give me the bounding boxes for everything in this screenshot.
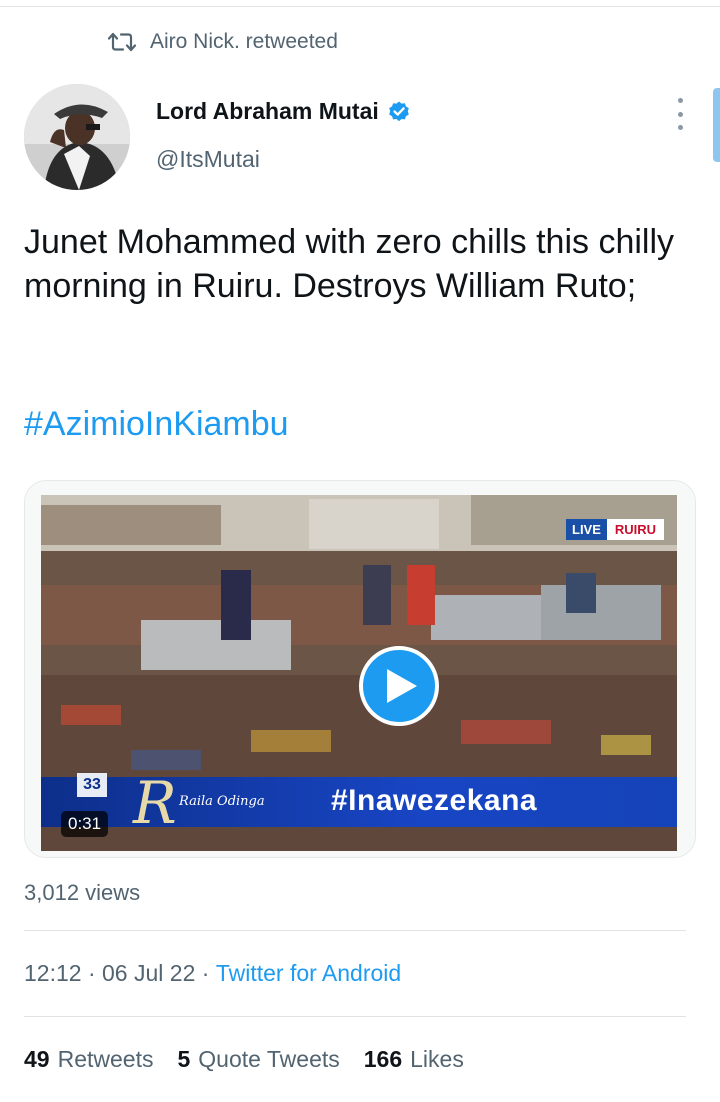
meta-separator: · xyxy=(81,960,103,986)
video-player[interactable]: LIVE RUIRU 33 R Raila Odinga #Inawezekan… xyxy=(41,495,677,851)
live-location: RUIRU xyxy=(606,519,665,540)
meta-separator: · xyxy=(195,960,216,986)
stat-value: 49 xyxy=(24,1046,50,1072)
live-label: LIVE xyxy=(566,519,607,540)
more-options-button[interactable] xyxy=(668,98,692,130)
play-icon xyxy=(387,669,417,703)
stat-label: Likes xyxy=(410,1046,464,1072)
divider xyxy=(24,1016,686,1017)
engagement-stats: 49 Retweets 5 Quote Tweets 166 Likes xyxy=(24,1046,488,1073)
author-handle[interactable]: @ItsMutai xyxy=(156,146,260,173)
stat-value: 166 xyxy=(363,1046,403,1072)
live-badge: LIVE RUIRU xyxy=(566,519,665,540)
retweets-stat[interactable]: 49 Retweets xyxy=(24,1046,153,1073)
more-dot-icon xyxy=(677,125,683,130)
stat-label: Retweets xyxy=(57,1046,154,1072)
likes-stat[interactable]: 166 Likes xyxy=(364,1046,464,1073)
author-name-row[interactable]: Lord Abraham Mutai xyxy=(156,98,411,125)
tweet-source-link[interactable]: Twitter for Android xyxy=(216,960,401,987)
divider xyxy=(24,930,686,931)
quote-tweets-stat[interactable]: 5 Quote Tweets xyxy=(177,1046,339,1073)
play-button[interactable] xyxy=(359,646,439,726)
broadcast-banner: 33 R Raila Odinga #Inawezekana xyxy=(41,769,677,837)
media-card[interactable]: LIVE RUIRU 33 R Raila Odinga #Inawezekan… xyxy=(24,480,696,858)
broadcast-logo: R xyxy=(133,769,177,837)
top-divider xyxy=(0,6,720,7)
more-dot-icon xyxy=(677,111,683,117)
video-duration: 0:31 xyxy=(61,811,109,837)
view-count: 3,012 views xyxy=(24,880,141,905)
avatar[interactable] xyxy=(24,84,130,190)
avatar-photo xyxy=(24,84,130,190)
stat-value: 5 xyxy=(177,1046,191,1072)
retweet-icon xyxy=(108,32,136,52)
author-name[interactable]: Lord Abraham Mutai xyxy=(156,98,379,125)
tweet-hashtag-link[interactable]: #AzimioInKiambu xyxy=(24,402,289,446)
channel-number: 33 xyxy=(77,773,107,797)
broadcast-hashtag: #Inawezekana xyxy=(331,784,538,817)
stat-label: Quote Tweets xyxy=(198,1046,340,1072)
tweet-date[interactable]: 06 Jul 22 xyxy=(102,960,195,987)
tweet-time[interactable]: 12:12 xyxy=(24,960,82,987)
more-dot-icon xyxy=(677,98,683,103)
scrollbar-thumb[interactable] xyxy=(713,88,720,162)
verified-badge-icon xyxy=(388,101,409,121)
tweet-text: Junet Mohammed with zero chills this chi… xyxy=(24,223,675,305)
social-context[interactable]: Airo Nick. retweeted xyxy=(108,30,338,54)
social-context-text: Airo Nick. retweeted xyxy=(150,30,338,53)
broadcast-presenter: Raila Odinga xyxy=(179,794,265,809)
tweet-meta: 12:12 · 06 Jul 22 · Twitter for Android xyxy=(24,960,401,987)
